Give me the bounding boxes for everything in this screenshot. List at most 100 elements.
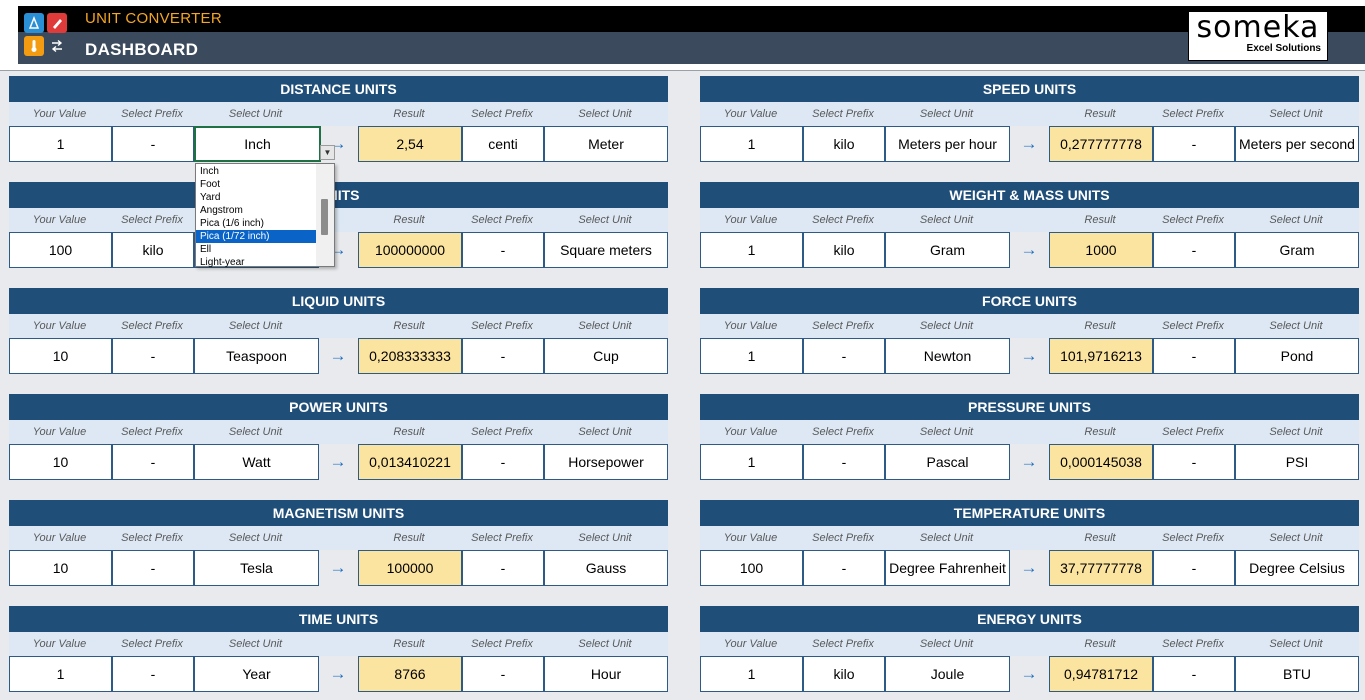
input-prefix-select[interactable]: kilo <box>803 656 885 692</box>
output-prefix-select[interactable]: - <box>462 444 544 480</box>
your-value-cell[interactable]: 100 <box>9 232 112 268</box>
dropdown-option[interactable]: Yard <box>196 191 318 204</box>
input-unit-select[interactable]: Teaspoon <box>194 338 319 374</box>
column-header: Result <box>1084 108 1116 120</box>
column-header: Select Unit <box>228 532 283 544</box>
converter-panel: POWER UNITS Your Value Select Prefix Select… <box>9 394 668 480</box>
output-unit-select[interactable]: Hour <box>544 656 668 692</box>
input-unit-select[interactable]: Gram <box>885 232 1010 268</box>
output-prefix-select[interactable]: - <box>462 550 544 586</box>
dropdown-scrollbar[interactable] <box>316 164 334 266</box>
column-header: Result <box>393 214 425 226</box>
output-unit-select[interactable]: Meters per second <box>1235 126 1359 162</box>
your-value-cell[interactable]: 1 <box>700 338 803 374</box>
input-prefix-select[interactable]: - <box>112 656 194 692</box>
your-value-cell[interactable]: 1 <box>700 656 803 692</box>
input-unit-select[interactable]: Meters per hour <box>885 126 1010 162</box>
converter-panel: PRESSURE UNITS Your Value Select Prefix Sel… <box>700 394 1359 480</box>
output-prefix-select[interactable]: - <box>462 232 544 268</box>
output-unit-select[interactable]: Cup <box>544 338 668 374</box>
input-prefix-select[interactable]: kilo <box>112 232 194 268</box>
output-unit-select[interactable]: Gram <box>1235 232 1359 268</box>
output-unit-select[interactable]: Gauss <box>544 550 668 586</box>
input-prefix-select[interactable]: - <box>112 126 194 162</box>
your-value-cell[interactable]: 1 <box>9 126 112 162</box>
brand-logo[interactable]: someka Excel Solutions <box>1188 10 1328 61</box>
dropdown-arrow-button[interactable]: ▼ <box>320 145 335 160</box>
input-unit-select[interactable]: Year <box>194 656 319 692</box>
output-prefix-select[interactable]: - <box>1153 338 1235 374</box>
input-unit-select[interactable]: Joule <box>885 656 1010 692</box>
column-header: Select Unit <box>578 426 632 438</box>
column-header: Result <box>1084 532 1116 544</box>
input-prefix-select[interactable]: - <box>803 444 885 480</box>
panel-column-headers: Your Value Select Prefix Select Unit Result… <box>700 314 1359 338</box>
your-value-cell[interactable]: 1 <box>700 232 803 268</box>
dropdown-option[interactable]: Light-year <box>196 256 318 269</box>
column-header: Your Value <box>32 320 87 332</box>
column-header: Your Value <box>32 108 87 120</box>
input-unit-select[interactable]: Tesla <box>194 550 319 586</box>
column-header: Your Value <box>32 214 87 226</box>
output-prefix-select[interactable]: - <box>462 338 544 374</box>
input-unit-select[interactable]: Newton <box>885 338 1010 374</box>
column-header: Result <box>393 108 425 120</box>
unit-dropdown-list[interactable]: Inch Foot Yard Angstrom Pica (1/6 inch) Pica … <box>195 163 335 269</box>
input-prefix-select[interactable]: - <box>803 550 885 586</box>
output-prefix-select[interactable]: - <box>1153 550 1235 586</box>
output-unit-select[interactable]: BTU <box>1235 656 1359 692</box>
column-header: Select Prefix <box>1162 426 1224 438</box>
your-value-cell[interactable]: 10 <box>9 338 112 374</box>
output-prefix-select[interactable]: - <box>1153 656 1235 692</box>
input-prefix-select[interactable]: - <box>112 338 194 374</box>
your-value-cell[interactable]: 1 <box>700 444 803 480</box>
dropdown-option[interactable]: Foot <box>196 178 318 191</box>
output-unit-select[interactable]: Degree Celsius <box>1235 550 1359 586</box>
output-prefix-select[interactable]: centi <box>462 126 544 162</box>
input-prefix-select[interactable]: kilo <box>803 126 885 162</box>
result-cell: 100000 <box>358 550 462 586</box>
dropdown-scroll-thumb[interactable] <box>321 199 328 235</box>
output-prefix-select[interactable]: - <box>1153 444 1235 480</box>
header-bottom-band <box>18 32 1365 64</box>
column-header: Select Unit <box>578 108 632 120</box>
convert-arrow-icon: → <box>1020 452 1038 471</box>
input-prefix-select[interactable]: - <box>112 444 194 480</box>
output-prefix-select[interactable]: - <box>1153 126 1235 162</box>
input-prefix-select[interactable]: kilo <box>803 232 885 268</box>
panel-column-headers: Your Value Select Prefix Select Unit Result… <box>9 314 668 338</box>
your-value-cell[interactable]: 1 <box>700 126 803 162</box>
input-unit-select[interactable]: Degree Fahrenheit <box>885 550 1010 586</box>
your-value-cell[interactable]: 10 <box>9 444 112 480</box>
panel-column-headers: Your Value Select Prefix Select Unit Result… <box>9 102 668 126</box>
your-value-cell[interactable]: 10 <box>9 550 112 586</box>
output-unit-select[interactable]: Square meters <box>544 232 668 268</box>
column-header: Select Prefix <box>121 638 183 650</box>
output-unit-select[interactable]: PSI <box>1235 444 1359 480</box>
dropdown-option[interactable]: Inch <box>196 165 318 178</box>
your-value-cell[interactable]: 1 <box>9 656 112 692</box>
output-unit-select[interactable]: Horsepower <box>544 444 668 480</box>
column-header: Select Prefix <box>121 108 183 120</box>
conversion-row: 10- Watt 0,013410221- Horsepower → <box>9 444 668 480</box>
column-header: Select Prefix <box>1162 108 1224 120</box>
your-value-cell[interactable]: 100 <box>700 550 803 586</box>
column-header: Select Prefix <box>471 108 533 120</box>
input-unit-select[interactable]: Pascal <box>885 444 1010 480</box>
input-prefix-select[interactable]: - <box>112 550 194 586</box>
dropdown-option[interactable]: Pica (1/6 inch) <box>196 217 318 230</box>
output-unit-select[interactable]: Meter <box>544 126 668 162</box>
converter-panel: MAGNETISM UNITS Your Value Select Prefix Se… <box>9 500 668 586</box>
output-prefix-select[interactable]: - <box>462 656 544 692</box>
input-unit-select[interactable]: Inch <box>194 126 321 162</box>
dropdown-option[interactable]: Pica (1/72 inch) <box>196 230 318 243</box>
output-prefix-select[interactable]: - <box>1153 232 1235 268</box>
output-unit-select[interactable]: Pond <box>1235 338 1359 374</box>
convert-arrow-icon: → <box>329 558 347 577</box>
column-header: Select Prefix <box>121 320 183 332</box>
input-prefix-select[interactable]: - <box>803 338 885 374</box>
panel-title: ENERGY UNITS <box>700 606 1359 632</box>
input-unit-select[interactable]: Watt <box>194 444 319 480</box>
dropdown-option[interactable]: Ell <box>196 243 318 256</box>
dropdown-option[interactable]: Angstrom <box>196 204 318 217</box>
